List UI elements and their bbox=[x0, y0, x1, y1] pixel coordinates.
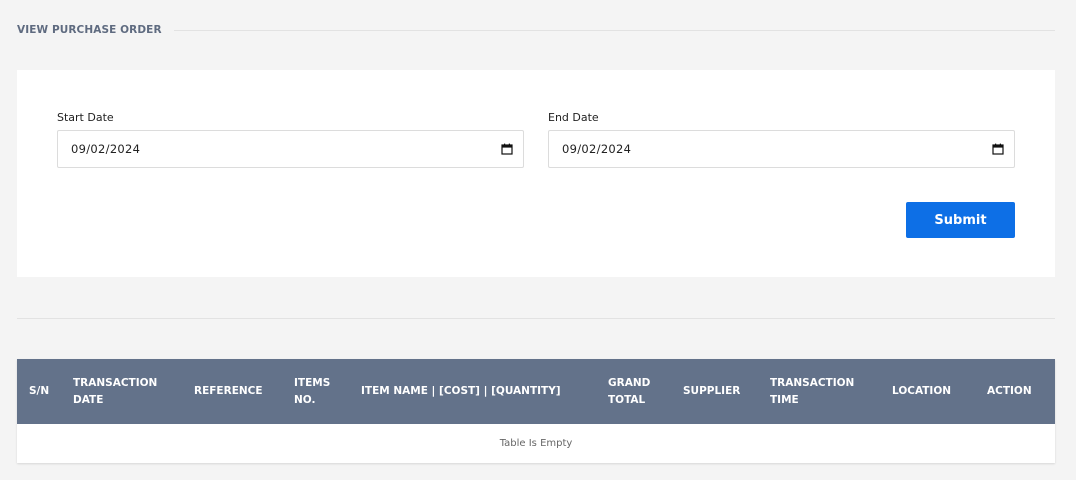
column-header-sn: S/N bbox=[29, 385, 50, 397]
column-header-supplier: SUPPLIER bbox=[683, 385, 741, 397]
page-title: VIEW PURCHASE ORDER bbox=[17, 24, 162, 36]
start-date-input[interactable]: 09/02/2024 bbox=[57, 130, 524, 168]
empty-table-message: Table Is Empty bbox=[499, 438, 573, 449]
end-date-field: End Date 09/02/2024 bbox=[548, 111, 1015, 168]
column-header-item-name: ITEM NAME | [COST] | [QUANTITY] bbox=[361, 385, 561, 397]
submit-button[interactable]: Submit bbox=[906, 202, 1015, 238]
end-date-value: 09/02/2024 bbox=[562, 142, 632, 156]
table-body: Table Is Empty bbox=[17, 424, 1055, 463]
table-header: S/N TRANSACTION DATE REFERENCE ITEMS NO.… bbox=[17, 359, 1055, 424]
header-divider bbox=[173, 29, 1055, 31]
filter-card: Start Date 09/02/2024 End Date 09/02/202… bbox=[17, 70, 1055, 277]
end-date-label: End Date bbox=[548, 111, 599, 124]
start-date-value: 09/02/2024 bbox=[71, 142, 141, 156]
section-header: VIEW PURCHASE ORDER bbox=[17, 22, 1055, 38]
column-header-items-no: ITEMS NO. bbox=[294, 376, 331, 406]
column-header-transaction-time: TRANSACTION TIME bbox=[770, 376, 855, 406]
column-header-grand-total: GRAND TOTAL bbox=[608, 376, 651, 406]
column-header-action: ACTION bbox=[987, 385, 1032, 397]
section-divider bbox=[17, 318, 1055, 319]
start-date-label: Start Date bbox=[57, 111, 114, 124]
calendar-icon[interactable] bbox=[992, 143, 1004, 155]
end-date-input[interactable]: 09/02/2024 bbox=[548, 130, 1015, 168]
purchase-order-table: S/N TRANSACTION DATE REFERENCE ITEMS NO.… bbox=[17, 359, 1055, 463]
start-date-field: Start Date 09/02/2024 bbox=[57, 111, 524, 168]
calendar-icon[interactable] bbox=[501, 143, 513, 155]
column-header-transaction-date: TRANSACTION DATE bbox=[73, 376, 158, 406]
column-header-reference: REFERENCE bbox=[194, 385, 263, 397]
column-header-location: LOCATION bbox=[892, 385, 952, 397]
